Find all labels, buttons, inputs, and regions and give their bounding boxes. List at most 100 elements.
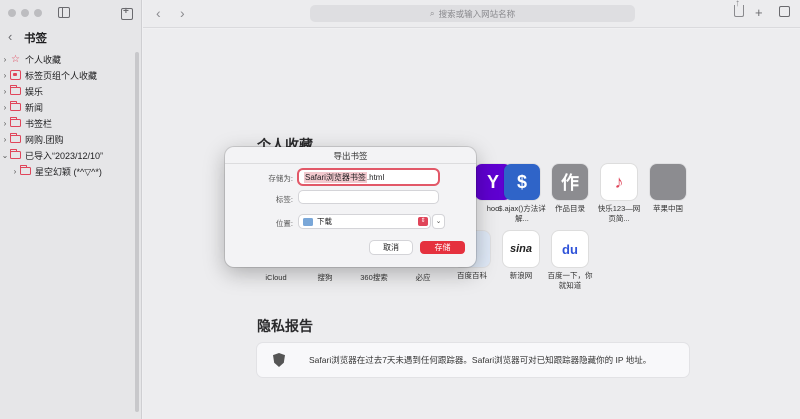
save-as-label: 存储为:	[268, 174, 293, 183]
share-icon[interactable]	[734, 0, 744, 17]
chevron-right-icon[interactable]: ›	[0, 135, 10, 144]
favorite-item[interactable]: sina 新浪网	[497, 231, 545, 281]
sidebar-item-favorites[interactable]: › ☆ 个人收藏	[0, 51, 142, 67]
expand-dialog-button[interactable]: ⌄	[433, 215, 444, 228]
sidebar-item-news[interactable]: › 新闻	[0, 99, 142, 115]
save-as-field[interactable]: Safari浏览器书签 .html	[299, 170, 438, 184]
favorite-item[interactable]: ♪ 快乐123—网页简...	[595, 164, 643, 224]
sidebar: ‹ 书签 › ☆ 个人收藏 › 标签页组个人收藏 › 娱乐 › 新闻 › 书签栏	[0, 0, 142, 419]
favorite-label: 快乐123—网页简...	[597, 204, 641, 223]
favorite-item[interactable]: du 百度一下，你就知道	[546, 231, 594, 291]
back-button[interactable]: ‹	[156, 5, 161, 21]
favorite-tile: $	[504, 164, 540, 200]
address-bar[interactable]: ⌕ 搜索或输入网站名称	[310, 5, 635, 22]
toolbar: ‹ › ⌕ 搜索或输入网站名称 +	[143, 0, 800, 28]
folder-icon	[303, 217, 313, 226]
favorite-label: 作品目录	[555, 204, 585, 213]
location-select[interactable]: 下载 ⇕	[299, 215, 430, 228]
new-tab-group-icon[interactable]	[119, 6, 133, 20]
favorite-label: iCloud	[265, 273, 287, 282]
window-controls	[8, 9, 42, 17]
sidebar-item-label: 网购.团购	[25, 134, 64, 145]
favorite-label: 新浪网	[509, 271, 533, 280]
shield-icon	[273, 353, 285, 367]
cancel-button[interactable]: 取消	[370, 241, 412, 254]
sidebar-item-label: 书签栏	[25, 118, 53, 129]
chevron-right-icon[interactable]: ›	[10, 167, 20, 176]
tab-group-icon	[10, 70, 21, 80]
minimize-window-button[interactable]	[21, 9, 29, 17]
favorite-item[interactable]: 搜狗	[301, 269, 349, 283]
sidebar-item-label: 已导入“2023/12/10”	[25, 150, 104, 161]
favorite-item[interactable]: $ $.ajax()方法详解...	[498, 164, 546, 224]
sidebar-item-tab-group-favorites[interactable]: › 标签页组个人收藏	[0, 67, 142, 83]
favorite-label: 苹果中国	[653, 204, 683, 213]
sidebar-title: 书签	[24, 33, 47, 45]
sidebar-item-label: 星空幻颖 (*^▽^*)	[35, 166, 102, 177]
save-button[interactable]: 存储	[420, 241, 465, 254]
sidebar-scrollbar[interactable]	[135, 52, 139, 412]
sidebar-item-label: 标签页组个人收藏	[25, 70, 98, 81]
location-label: 位置:	[275, 219, 293, 228]
save-as-selected-text: Safari浏览器书签	[304, 171, 367, 183]
folder-icon	[10, 133, 21, 143]
sidebar-item-bookmarks-bar[interactable]: › 书签栏	[0, 115, 142, 131]
sidebar-item-starry[interactable]: › 星空幻颖 (*^▽^*)	[0, 163, 142, 179]
dialog-title: 导出书签	[333, 151, 368, 161]
folder-icon	[10, 101, 21, 111]
dialog-divider	[225, 163, 476, 164]
folder-icon	[10, 85, 21, 95]
sidebar-item-entertainment[interactable]: › 娱乐	[0, 83, 142, 99]
favorite-item[interactable]: 苹果中国	[644, 164, 692, 214]
chevron-right-icon[interactable]: ›	[0, 71, 10, 80]
folder-icon	[10, 149, 21, 159]
favorite-item[interactable]: 必应	[399, 269, 447, 283]
zoom-window-button[interactable]	[34, 9, 42, 17]
sidebar-item-label: 新闻	[25, 102, 44, 113]
privacy-report-card[interactable]: Safari浏览器在过去7天未遇到任何跟踪器。Safari浏览器可对已知跟踪器隐…	[257, 343, 689, 377]
bookmark-list: › ☆ 个人收藏 › 标签页组个人收藏 › 娱乐 › 新闻 › 书签栏 › 网购…	[0, 51, 142, 179]
favorite-label: 搜狗	[317, 273, 333, 282]
sidebar-item-shopping[interactable]: › 网购.团购	[0, 131, 142, 147]
tags-field[interactable]	[299, 191, 438, 203]
chevron-right-icon[interactable]: ›	[0, 55, 10, 64]
address-placeholder: 搜索或输入网站名称	[438, 8, 516, 19]
folder-icon	[20, 165, 31, 175]
favorite-item[interactable]: 360搜索	[350, 269, 398, 283]
chevron-right-icon[interactable]: ›	[0, 103, 10, 112]
favorite-label: $.ajax()方法详解...	[498, 204, 546, 223]
sidebar-item-label: 个人收藏	[25, 54, 62, 65]
favorite-label: 必应	[415, 273, 431, 282]
favorite-item[interactable]: iCloud	[252, 269, 300, 283]
baidu-icon: du	[552, 231, 588, 267]
sidebar-item-imported[interactable]: ⌄ 已导入“2023/12/10”	[0, 147, 142, 163]
sidebar-item-label: 娱乐	[25, 86, 44, 97]
favorite-tile: ♪	[601, 164, 637, 200]
favorite-label: 360搜索	[360, 273, 388, 282]
folder-icon	[10, 117, 21, 127]
close-window-button[interactable]	[8, 9, 16, 17]
star-icon: ☆	[11, 53, 20, 65]
export-bookmarks-dialog: 导出书签 存储为: Safari浏览器书签 .html 标签: 位置: 下载 ⇕ …	[225, 147, 476, 267]
chevron-down-icon[interactable]: ⌄	[0, 151, 10, 160]
sina-icon: sina	[503, 231, 539, 267]
search-icon: ⌕	[429, 8, 435, 18]
tab-overview-icon[interactable]	[779, 6, 790, 17]
privacy-title: 隐私报告	[257, 318, 313, 334]
favorite-item[interactable]: 作 作品目录	[546, 164, 594, 214]
favorite-label: 百度百科	[457, 271, 487, 280]
updown-chevron-icon: ⇕	[418, 217, 428, 226]
favorite-tile: 作	[552, 164, 588, 200]
location-value: 下载	[317, 217, 332, 226]
save-as-extension: .html	[366, 172, 385, 182]
chevron-left-icon[interactable]: ‹	[8, 29, 12, 44]
chevron-right-icon[interactable]: ›	[0, 119, 10, 128]
sidebar-toggle-icon[interactable]	[58, 7, 70, 18]
new-tab-icon[interactable]: +	[755, 5, 763, 20]
forward-button[interactable]: ›	[180, 5, 185, 21]
tags-label: 标签:	[275, 195, 293, 204]
favorite-label: 百度一下，你就知道	[547, 271, 593, 290]
apple-icon	[650, 164, 686, 200]
privacy-report-text: Safari浏览器在过去7天未遇到任何跟踪器。Safari浏览器可对已知跟踪器隐…	[309, 355, 652, 365]
chevron-right-icon[interactable]: ›	[0, 87, 10, 96]
